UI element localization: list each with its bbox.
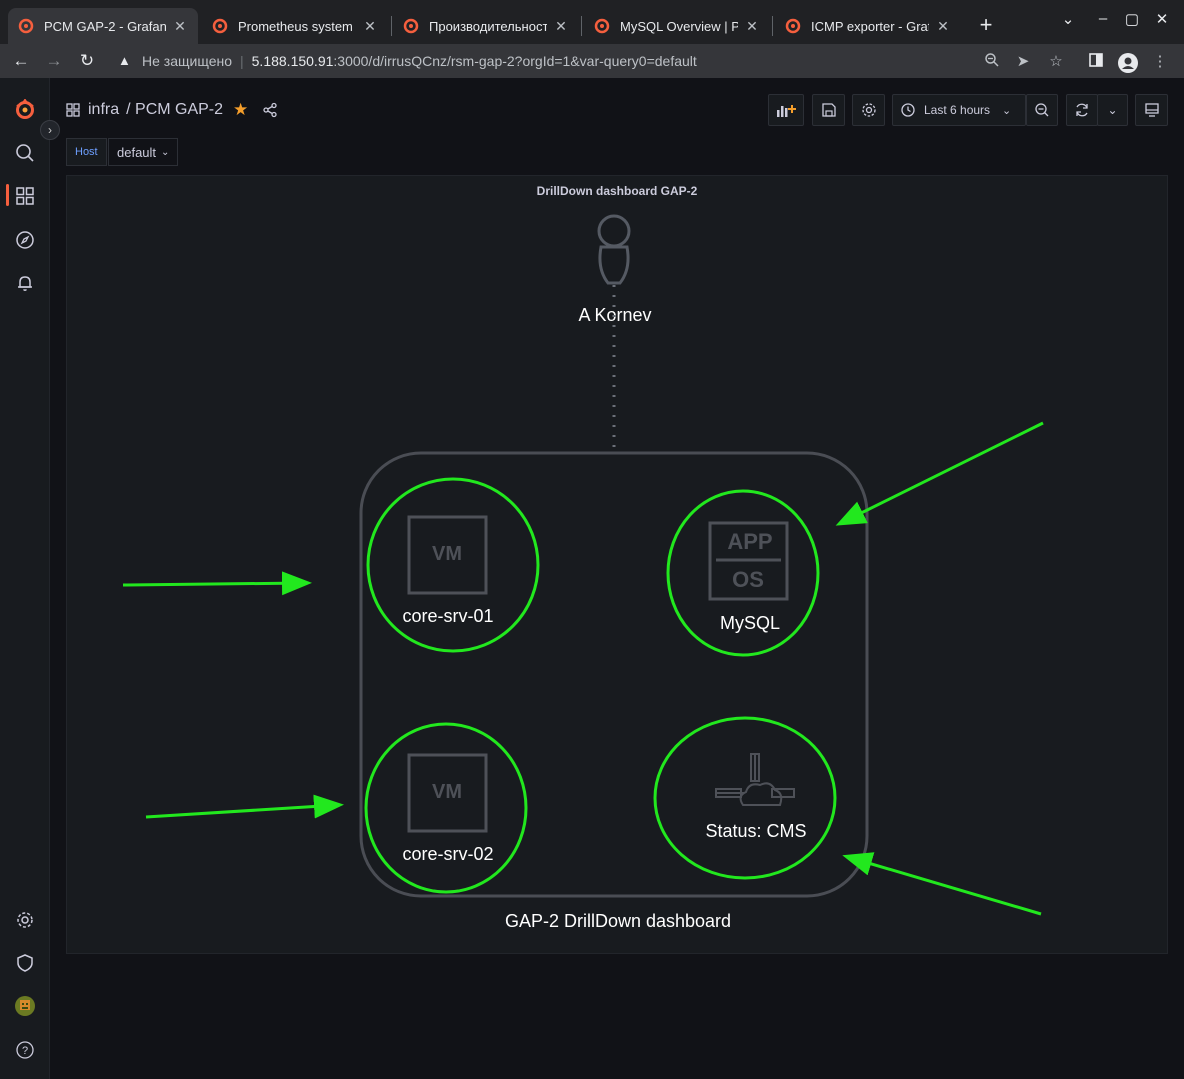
browser-tab-prometheus[interactable]: Prometheus system - Grafana ✕ xyxy=(202,8,388,44)
refresh-button[interactable] xyxy=(1066,94,1098,126)
tab-divider xyxy=(772,16,773,36)
page-title[interactable]: / PCM GAP-2 xyxy=(126,101,223,119)
grafana-favicon-icon xyxy=(785,18,801,34)
server-admin-shield-icon[interactable] xyxy=(13,951,37,975)
url-field[interactable]: Не защищено | 5.188.150.91:3000/d/irrusQCn… xyxy=(142,53,697,69)
tab-title: Prometheus system - Grafana xyxy=(238,18,356,34)
svg-text:?: ? xyxy=(22,1045,28,1057)
dashboards-icon[interactable] xyxy=(13,184,37,208)
security-label: Не защищено xyxy=(142,53,232,69)
save-icon xyxy=(821,103,836,117)
browser-tab-icmp-exporter[interactable]: ICMP exporter - Grafana ✕ xyxy=(775,8,961,44)
variable-value: default xyxy=(117,144,157,160)
forward-icon[interactable]: → xyxy=(43,51,65,71)
browser-tab-performance[interactable]: Производительность ✕ xyxy=(393,8,579,44)
variable-label: Host xyxy=(66,138,107,166)
tv-mode-button[interactable] xyxy=(1135,94,1168,126)
minimize-icon[interactable]: – xyxy=(1093,10,1113,27)
zoom-out-icon xyxy=(1035,103,1049,117)
clock-icon xyxy=(901,103,915,117)
refresh-icon xyxy=(1076,103,1088,117)
side-panel-icon[interactable] xyxy=(1086,52,1106,72)
browser-tab-pcm-gap-2[interactable]: PCM GAP-2 - Grafana ✕ xyxy=(8,8,198,44)
tab-close-icon[interactable]: ✕ xyxy=(172,18,188,35)
time-range-label: Last 6 hours xyxy=(924,103,991,117)
tab-search-icon[interactable]: ⌄ xyxy=(1058,10,1078,28)
refresh-interval-dropdown[interactable]: ⌄ xyxy=(1097,94,1128,126)
add-panel-button[interactable] xyxy=(768,94,804,126)
grafana-favicon-icon xyxy=(403,18,419,34)
zoom-icon[interactable] xyxy=(982,52,1002,72)
reload-icon[interactable]: ↻ xyxy=(76,51,98,71)
browser-tab-bar: PCM GAP-2 - Grafana ✕ Prometheus system … xyxy=(0,0,1184,44)
host-variable-select[interactable]: default ⌄ xyxy=(108,138,179,166)
profile-avatar-icon[interactable] xyxy=(1117,52,1138,78)
dashboard-settings-button[interactable] xyxy=(852,94,885,126)
browser-menu-icon[interactable]: ⋮ xyxy=(1150,52,1170,70)
grafana-favicon-icon xyxy=(594,18,610,34)
share-icon[interactable] xyxy=(262,102,278,118)
gear-icon xyxy=(861,103,876,117)
dashboard-header: infra / PCM GAP-2 ★ xyxy=(66,96,278,124)
grafana-logo-icon[interactable] xyxy=(13,98,37,122)
address-bar: ← → ↻ ▲ Не защищено | 5.188.150.91:3000/d/… xyxy=(0,44,1184,78)
user-avatar[interactable] xyxy=(13,994,37,1018)
drilldown-panel: DrillDown dashboard GAP-2 xyxy=(66,175,1168,954)
panel-title[interactable]: DrillDown dashboard GAP-2 xyxy=(67,184,1167,198)
expand-sidebar-button[interactable]: › xyxy=(40,120,60,140)
close-window-icon[interactable]: ✕ xyxy=(1152,10,1172,28)
tab-close-icon[interactable]: ✕ xyxy=(744,18,760,35)
grafana-sidebar: ? xyxy=(0,78,50,1079)
send-icon[interactable]: ➤ xyxy=(1013,52,1033,70)
time-range-picker[interactable]: Last 6 hours ⌄ xyxy=(892,94,1026,126)
chevron-down-icon: ⌄ xyxy=(1107,103,1118,117)
tab-divider xyxy=(581,16,582,36)
tab-close-icon[interactable]: ✕ xyxy=(362,18,378,35)
tab-close-icon[interactable]: ✕ xyxy=(935,18,951,35)
grafana-favicon-icon xyxy=(18,18,34,34)
tab-title: MySQL Overview | Percona xyxy=(620,18,738,34)
back-icon[interactable]: ← xyxy=(10,51,32,71)
settings-gear-icon[interactable] xyxy=(13,908,37,932)
tab-title: ICMP exporter - Grafana xyxy=(811,18,929,34)
chevron-down-icon: ⌄ xyxy=(1002,104,1012,117)
tab-title: Производительность xyxy=(429,18,547,34)
explore-compass-icon[interactable] xyxy=(13,228,37,252)
sidebar-active-indicator xyxy=(6,184,9,206)
search-icon[interactable] xyxy=(13,141,37,165)
breadcrumb-folder[interactable]: infra xyxy=(88,101,119,119)
new-tab-icon[interactable]: + xyxy=(975,12,997,38)
add-panel-icon xyxy=(777,105,796,117)
tab-close-icon[interactable]: ✕ xyxy=(553,18,569,35)
tab-divider xyxy=(391,16,392,36)
chevron-down-icon: ⌄ xyxy=(161,146,170,158)
browser-tab-mysql-overview[interactable]: MySQL Overview | Percona ✕ xyxy=(584,8,770,44)
save-dashboard-button[interactable] xyxy=(812,94,845,126)
url-path: :3000/d/irrusQCnz/rsm-gap-2?orgId=1&var-… xyxy=(333,53,697,69)
tab-title: PCM GAP-2 - Grafana xyxy=(44,18,166,34)
maximize-icon[interactable]: ▢ xyxy=(1122,10,1142,28)
zoom-out-button[interactable] xyxy=(1026,94,1058,126)
warning-icon[interactable]: ▲ xyxy=(118,53,131,68)
bookmark-star-icon[interactable]: ☆ xyxy=(1046,52,1066,70)
grafana-favicon-icon xyxy=(212,18,228,34)
monitor-icon xyxy=(1144,103,1159,117)
help-icon[interactable]: ? xyxy=(13,1038,37,1062)
dashboards-grid-icon xyxy=(66,103,80,117)
favorite-star-icon[interactable]: ★ xyxy=(233,100,248,120)
url-host: 5.188.150.91 xyxy=(251,53,334,69)
alerting-bell-icon[interactable] xyxy=(13,271,37,295)
